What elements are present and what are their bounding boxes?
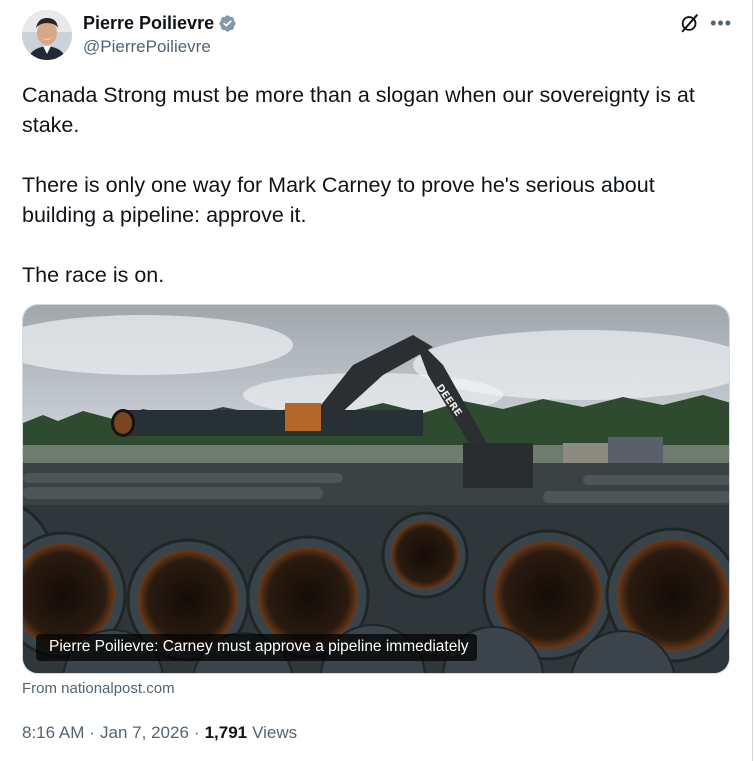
tweet-time[interactable]: 8:16 AM [22,723,84,743]
card-image: DEERE [23,305,729,673]
grok-icon[interactable] [679,12,701,34]
author-names: Pierre Poilievre @PierrePoilievre [83,12,237,59]
link-card[interactable]: DEERE Pierre Poilievre: Carney must appr… [22,304,730,674]
tweet-paragraph: The race is on. [22,263,165,287]
tweet-paragraph: Canada Strong must be more than a slogan… [22,83,695,137]
views-label[interactable]: Views [252,723,297,743]
views-count[interactable]: 1,791 [205,723,248,743]
avatar[interactable] [22,10,72,60]
tweet-header: Pierre Poilievre @PierrePoilievre ••• [22,10,734,62]
tweet-text: Canada Strong must be more than a slogan… [22,80,722,290]
card-caption: Pierre Poilievre: Carney must approve a … [36,634,477,661]
tweet-date[interactable]: Jan 7, 2026 [100,723,189,743]
handle[interactable]: @PierrePoilievre [83,35,237,59]
header-actions: ••• [679,12,732,34]
meta-separator: · [193,723,200,742]
display-name[interactable]: Pierre Poilievre [83,12,214,34]
more-icon[interactable]: ••• [710,14,732,32]
tweet-paragraph: There is only one way for Mark Carney to… [22,173,655,227]
tweet-container: Pierre Poilievre @PierrePoilievre ••• Ca… [0,0,753,761]
tweet-meta: 8:16 AM · Jan 7, 2026 · 1,791 Views [22,723,297,743]
verified-badge-icon[interactable] [218,14,237,33]
meta-separator: · [89,723,96,742]
card-source[interactable]: From nationalpost.com [22,680,175,697]
